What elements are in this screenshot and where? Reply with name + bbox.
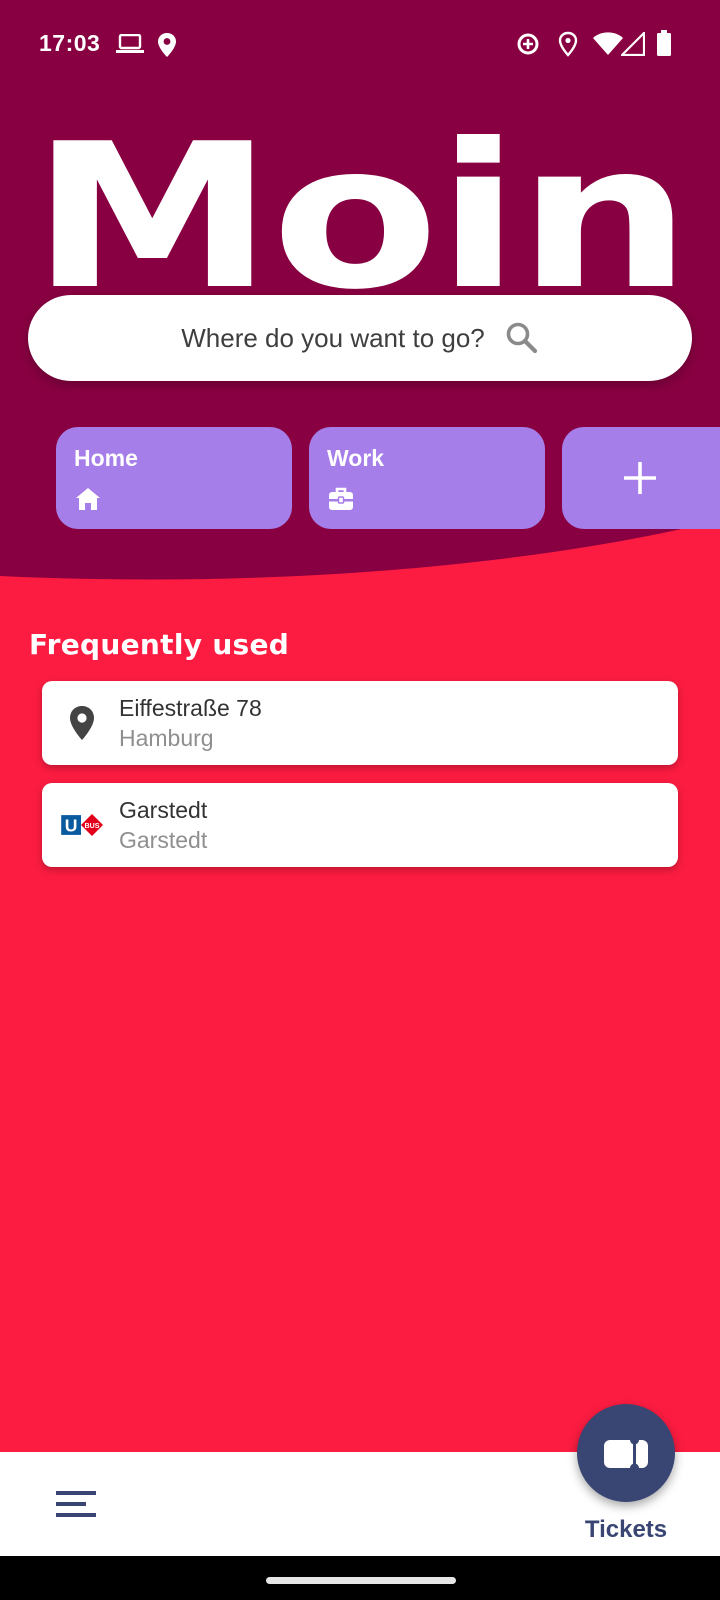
place-name: Eiffestraße 78 bbox=[119, 695, 262, 721]
signal-icon bbox=[621, 32, 645, 56]
u-bahn-bus-icon: U BUS bbox=[61, 814, 103, 836]
map-pin-icon bbox=[70, 706, 94, 740]
tickets-button[interactable] bbox=[577, 1404, 675, 1502]
search-icon bbox=[506, 322, 537, 354]
home-icon bbox=[76, 488, 100, 510]
place-subtitle: Garstedt bbox=[119, 827, 208, 853]
badge-u-text: U bbox=[65, 816, 78, 836]
search-bar[interactable]: Where do you want to go? bbox=[28, 295, 692, 381]
search-placeholder: Where do you want to go? bbox=[181, 322, 485, 353]
ticket-icon bbox=[604, 1440, 648, 1468]
hero-title: Moin bbox=[30, 118, 691, 294]
laptop-icon bbox=[116, 34, 144, 53]
shortcut-add[interactable] bbox=[562, 427, 720, 529]
shortcut-work-label: Work bbox=[327, 445, 385, 471]
wifi-icon bbox=[593, 32, 623, 55]
home-indicator[interactable] bbox=[266, 1577, 456, 1584]
status-bar: 17:03 bbox=[0, 0, 720, 88]
badge-bus-text: BUS bbox=[84, 822, 99, 830]
plus-icon bbox=[624, 462, 656, 494]
shortcut-work[interactable]: Work bbox=[309, 427, 545, 529]
frequent-place-item[interactable]: Eiffestraße 78 Hamburg bbox=[42, 681, 678, 765]
data-saver-icon bbox=[517, 33, 539, 55]
menu-icon[interactable] bbox=[48, 1482, 102, 1526]
shortcut-home[interactable]: Home bbox=[56, 427, 292, 529]
status-time: 17:03 bbox=[39, 30, 101, 56]
frequent-place-item[interactable]: U BUS Garstedt Garstedt bbox=[42, 783, 678, 867]
location-outline-icon bbox=[558, 31, 578, 57]
briefcase-icon bbox=[329, 487, 353, 510]
shortcut-home-label: Home bbox=[74, 445, 138, 471]
place-subtitle: Hamburg bbox=[119, 725, 214, 751]
location-pin-icon bbox=[158, 33, 176, 57]
place-name: Garstedt bbox=[119, 797, 208, 823]
tickets-label[interactable]: Tickets bbox=[570, 1516, 682, 1544]
battery-icon bbox=[657, 30, 671, 56]
frequently-used-title: Frequently used bbox=[29, 628, 290, 661]
